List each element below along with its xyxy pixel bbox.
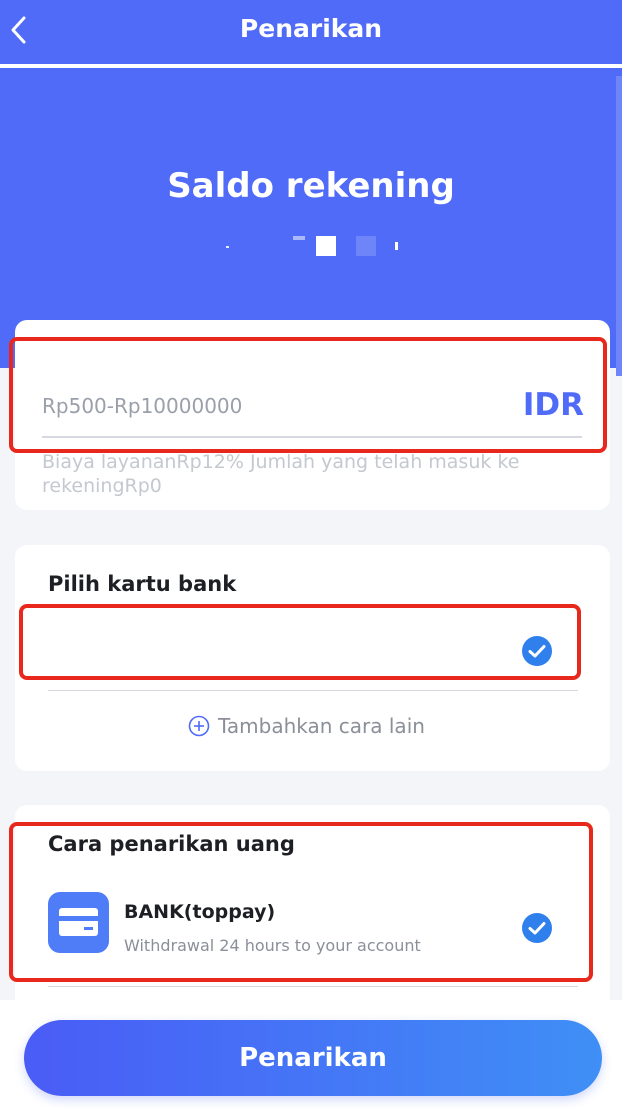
fee-note: Biaya layananRp12% Jumlah yang telah mas… (42, 451, 520, 497)
highlight-withdraw-method[interactable] (9, 822, 593, 982)
scrollbar[interactable] (616, 76, 622, 376)
plus-circle-icon (188, 715, 210, 737)
balance-label: Saldo rekening (167, 166, 455, 206)
withdraw-submit-button[interactable]: Penarikan (24, 1020, 602, 1096)
withdraw-method-divider (48, 986, 578, 987)
balance-value-masked (220, 228, 410, 258)
bank-card-title: Pilih kartu bank (48, 572, 237, 596)
top-bar: Penarikan (0, 0, 622, 64)
page-title: Penarikan (239, 14, 383, 43)
add-other-method-button[interactable]: Tambahkan cara lain (188, 714, 425, 738)
bank-card-divider (48, 690, 578, 691)
add-other-method-label: Tambahkan cara lain (218, 714, 425, 738)
highlight-amount (9, 337, 607, 453)
highlight-bank-card[interactable] (19, 604, 581, 680)
check-circle-icon[interactable] (522, 636, 552, 666)
